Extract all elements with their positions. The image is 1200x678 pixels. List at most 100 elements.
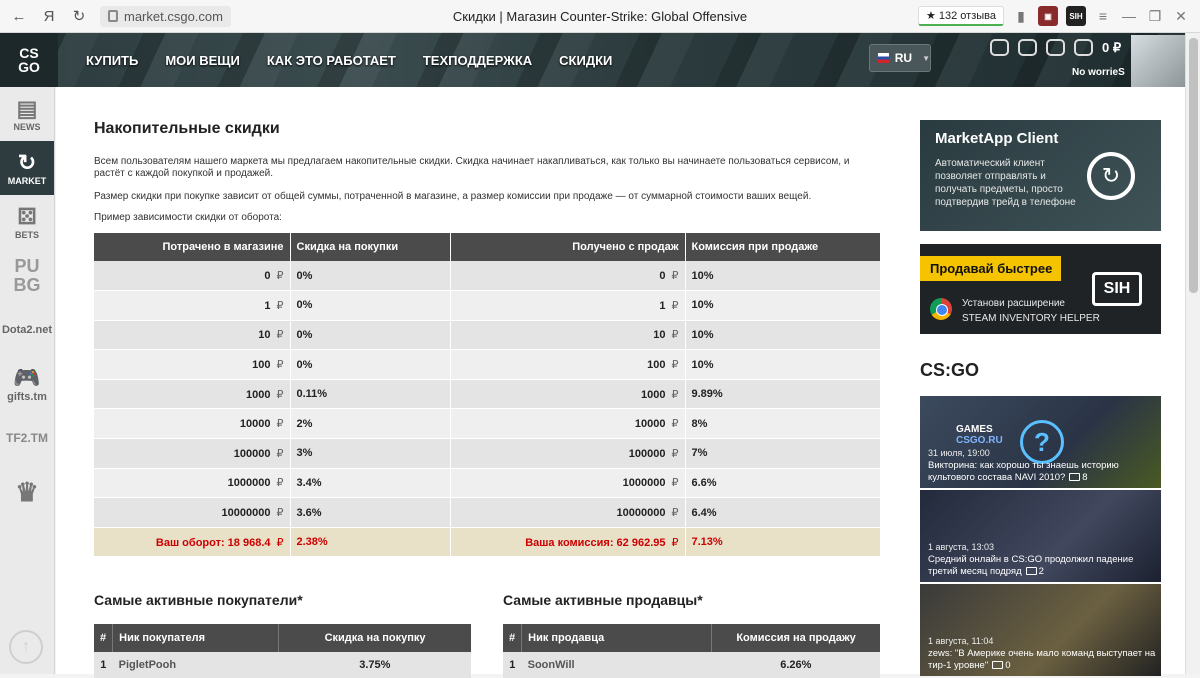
- received-value: 0: [659, 270, 666, 283]
- spent-value: 100: [252, 359, 271, 372]
- csgo-logo[interactable]: CS GO: [0, 33, 58, 87]
- sidebar-item-bets[interactable]: ⚄ BETS: [0, 195, 54, 249]
- minimize-icon[interactable]: —: [1120, 8, 1138, 24]
- trade-icon[interactable]: [1046, 39, 1065, 56]
- url-text: market.csgo.com: [124, 8, 223, 24]
- section-title: Накопительные скидки: [94, 120, 280, 137]
- back-icon[interactable]: ←: [6, 3, 32, 29]
- main-nav: КУПИТЬ МОИ ВЕЩИ КАК ЭТО РАБОТАЕТ ТЕХПОДД…: [86, 33, 612, 87]
- notifications-icon[interactable]: [990, 39, 1009, 56]
- nav-support[interactable]: ТЕХПОДДЕРЖКА: [423, 53, 532, 68]
- menu-icon[interactable]: ≡: [1094, 8, 1112, 24]
- sidebar-item-label: gifts.tm: [7, 391, 47, 403]
- seller-commission: 6.26%: [711, 652, 880, 678]
- received-value: 10000: [634, 418, 666, 431]
- commission: 8%: [685, 408, 880, 440]
- bag-icon[interactable]: [1018, 39, 1037, 56]
- your-turnover: Ваш оборот: 18 968.4 ₽: [94, 527, 291, 558]
- ruble-sign: ₽: [671, 536, 679, 549]
- language-select[interactable]: RU ▼: [869, 44, 931, 72]
- news-date: 31 июля, 19:00: [928, 448, 990, 458]
- nav-my-items[interactable]: МОИ ВЕЩИ: [165, 53, 240, 68]
- received: 100000 ₽: [450, 438, 686, 469]
- commission: 10%: [685, 349, 880, 380]
- scrollbar-thumb[interactable]: [1189, 38, 1198, 293]
- sidebar-item-pubg[interactable]: PU BG: [0, 249, 54, 303]
- reload-icon[interactable]: ↻: [66, 3, 92, 29]
- ruble-sign: ₽: [276, 507, 284, 520]
- main-content: Накопительные скидки Всем пользователям …: [56, 87, 1185, 678]
- sidebar-item-tf2[interactable]: TF2.TM: [0, 411, 54, 465]
- sidebar-item-dota2[interactable]: Dota2.net: [0, 303, 54, 357]
- bookmark-icon[interactable]: ▮: [1012, 8, 1030, 25]
- avatar[interactable]: [1131, 35, 1185, 87]
- nav-buy[interactable]: КУПИТЬ: [86, 53, 138, 68]
- sih-card[interactable]: Продавай быстрее Установи расширение STE…: [920, 244, 1161, 334]
- news-title-text: Викторина: как хорошо ты знаешь историю …: [928, 460, 1119, 483]
- spent-value: 10000: [239, 418, 271, 431]
- address-bar[interactable]: market.csgo.com: [100, 5, 231, 27]
- crown-icon: ♛: [15, 477, 39, 507]
- page-scrollbar[interactable]: [1185, 33, 1200, 674]
- gamepad-icon: 🎮: [13, 365, 41, 390]
- chrome-icon: [930, 298, 952, 320]
- discount: 3%: [290, 438, 451, 469]
- sih-line2: STEAM INVENTORY HELPER: [962, 313, 1100, 324]
- comment-count: 8: [1082, 472, 1088, 483]
- spent: 10000000 ₽: [94, 497, 291, 528]
- nav-discounts[interactable]: СКИДКИ: [559, 53, 612, 68]
- marketapp-card[interactable]: MarketApp Client Автоматический клиент п…: [920, 120, 1161, 231]
- col-seller-name: Ник продавца: [521, 624, 713, 652]
- received: 1000000 ₽: [450, 468, 686, 499]
- news-item[interactable]: GAMES CSGO.RU ? 31 июля, 19:00 Викторина…: [920, 396, 1161, 488]
- scroll-top-icon[interactable]: ↑: [9, 630, 43, 664]
- marketapp-logo-icon: ↻: [1087, 152, 1135, 200]
- your-commission-total-value: Ваша комиссия: 62 962.95: [525, 536, 666, 549]
- ruble-sign: ₽: [671, 359, 679, 372]
- close-icon[interactable]: ✕: [1172, 8, 1190, 25]
- balance[interactable]: 0 ₽: [1102, 40, 1121, 56]
- spent-value: 100000: [233, 447, 271, 460]
- username[interactable]: No worrieS: [1072, 67, 1125, 78]
- buyer-name[interactable]: PigletPooh: [112, 652, 279, 678]
- ruble-sign: ₽: [276, 270, 284, 283]
- games-logo-line1: GAMES: [956, 424, 993, 435]
- spent: 0 ₽: [94, 261, 291, 292]
- history-icon[interactable]: [1074, 39, 1093, 56]
- received: 10 ₽: [450, 320, 686, 351]
- sih-logo: SIH: [1092, 272, 1142, 306]
- commission: 10%: [685, 261, 880, 292]
- restore-icon[interactable]: ❐: [1146, 8, 1164, 25]
- nav-how-it-works[interactable]: КАК ЭТО РАБОТАЕТ: [267, 53, 396, 68]
- russia-flag-icon: [878, 53, 889, 63]
- commission: 9.89%: [685, 379, 880, 410]
- table-row: 1 ₽0% 1 ₽10%: [94, 290, 880, 321]
- spent-value: 1000000: [227, 477, 271, 490]
- dice-icon: ⚄: [17, 204, 37, 229]
- commission: 10%: [685, 290, 880, 321]
- news-date: 1 августа, 11:04: [928, 636, 994, 646]
- sidebar-item-news[interactable]: ▤ NEWS: [0, 87, 54, 141]
- col-rank: #: [503, 624, 523, 652]
- received-value: 100000: [628, 447, 666, 460]
- sidebar-item-label: NEWS: [13, 122, 41, 132]
- discount: 0.11%: [290, 379, 451, 410]
- news-title: Средний онлайн в CS:GO продолжил падение…: [928, 554, 1158, 578]
- seller-name[interactable]: SoonWill: [521, 652, 712, 678]
- spent: 100000 ₽: [94, 438, 291, 469]
- sidebar-item-market[interactable]: ↻ MARKET: [0, 141, 54, 195]
- sidebar-item-gifts[interactable]: 🎮 gifts.tm: [0, 357, 54, 411]
- yandex-icon[interactable]: Я: [36, 3, 62, 29]
- spent: 100 ₽: [94, 349, 291, 380]
- reviews-badge[interactable]: ★ 132 отзыва: [917, 6, 1004, 26]
- spent-value: 1000: [246, 388, 271, 401]
- sih-extension-icon[interactable]: SIH: [1066, 6, 1086, 26]
- spent: 1 ₽: [94, 290, 291, 321]
- sidebar-item-crown[interactable]: ♛: [0, 465, 54, 519]
- your-commission-total: Ваша комиссия: 62 962.95 ₽: [450, 527, 686, 558]
- total-row: Ваш оборот: 18 968.4 ₽2.38% Ваша комиссия:…: [94, 527, 880, 558]
- news-item[interactable]: 1 августа, 13:03 Средний онлайн в CS:GO …: [920, 490, 1161, 582]
- comment-icon: [1069, 473, 1081, 482]
- news-item[interactable]: 1 августа, 11:04 zews: "В Америке очень …: [920, 584, 1161, 676]
- extension-icon[interactable]: ▣: [1038, 6, 1058, 26]
